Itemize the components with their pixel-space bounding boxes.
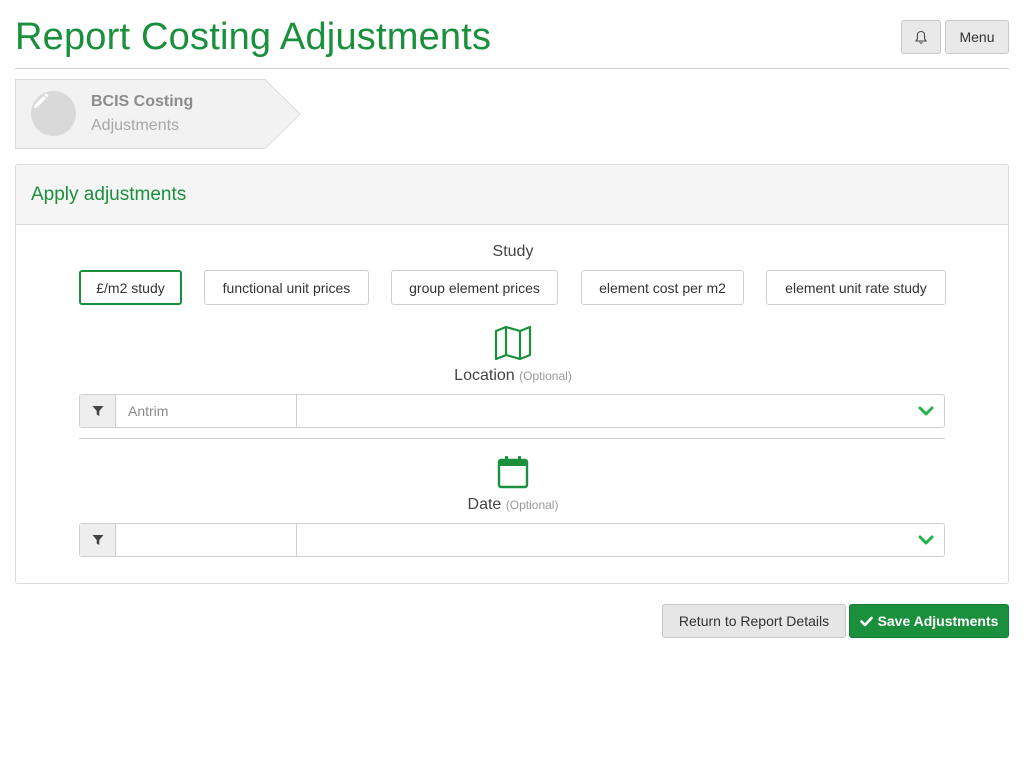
date-icon-wrap: [16, 455, 1010, 489]
step-title: BCIS Costing: [91, 93, 194, 110]
date-filter-input[interactable]: [116, 524, 297, 556]
study-option-element-unit-rate-study[interactable]: element unit rate study: [766, 270, 946, 305]
chevron-down-icon: [918, 535, 934, 545]
date-filter-button[interactable]: [80, 524, 116, 556]
menu-button[interactable]: Menu: [945, 20, 1009, 54]
map-icon: [494, 325, 532, 361]
filter-icon: [92, 535, 103, 545]
step-subtitle: Adjustments: [91, 117, 180, 134]
page-title: Report Costing Adjustments: [15, 16, 492, 58]
study-option-group-element-prices[interactable]: group element prices: [391, 270, 558, 305]
location-select[interactable]: [297, 395, 944, 427]
panel-heading: Apply adjustments: [16, 165, 1008, 225]
title-divider: [15, 68, 1009, 69]
location-optional: (Optional): [519, 369, 572, 383]
location-icon-wrap: [16, 325, 1010, 361]
bell-icon: [914, 30, 928, 44]
date-label-row: Date (Optional): [16, 496, 1010, 514]
location-filter-button[interactable]: [80, 395, 116, 427]
study-option-functional-unit-prices[interactable]: functional unit prices: [204, 270, 369, 305]
date-select[interactable]: [297, 524, 944, 556]
date-filter-row: [79, 523, 945, 557]
check-icon: [859, 616, 873, 626]
date-optional: (Optional): [505, 498, 559, 512]
notifications-button[interactable]: [901, 20, 941, 54]
step-icon-circle: [31, 91, 76, 136]
study-label: Study: [492, 243, 534, 260]
pencil-icon: [34, 93, 49, 108]
save-adjustments-label: Save Adjustments: [877, 613, 999, 629]
calendar-icon: [497, 456, 529, 489]
save-adjustments-button[interactable]: Save Adjustments: [849, 604, 1009, 638]
location-filter-input[interactable]: [116, 395, 297, 427]
section-divider: [79, 438, 945, 439]
date-label: Date: [467, 496, 502, 513]
chevron-down-icon: [918, 406, 934, 416]
wizard-step-costing-adjustments[interactable]: BCIS Costing Adjustments: [15, 79, 301, 149]
location-label: Location: [454, 367, 515, 384]
filter-icon: [92, 406, 103, 416]
location-label-row: Location (Optional): [16, 367, 1010, 385]
study-option-per-m2[interactable]: £/m2 study: [79, 270, 182, 305]
study-option-element-cost-per-m2[interactable]: element cost per m2: [581, 270, 744, 305]
return-to-report-details-button[interactable]: Return to Report Details: [662, 604, 846, 638]
location-filter-row: [79, 394, 945, 428]
adjustments-panel: Apply adjustments Study £/m2 study funct…: [15, 164, 1009, 584]
